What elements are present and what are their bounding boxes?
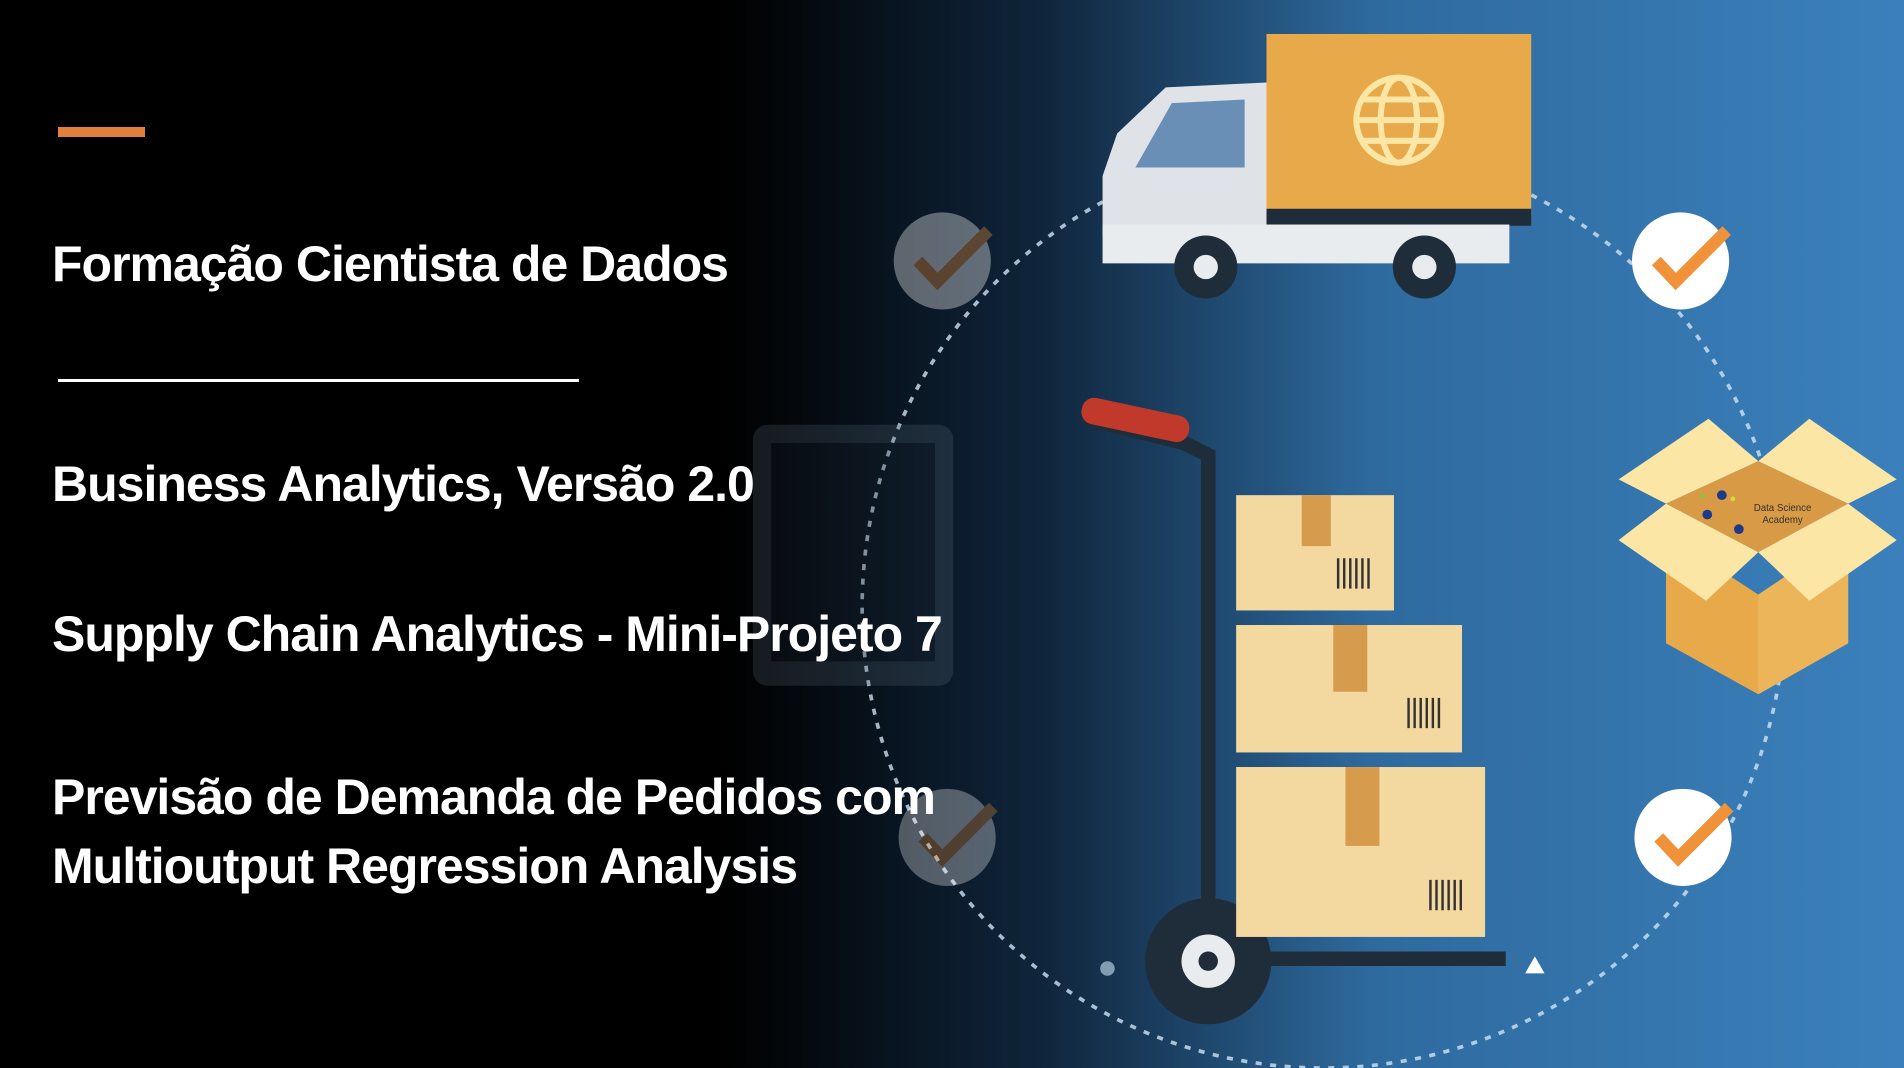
course-title: Business Analytics, Versão 2.0 xyxy=(52,456,755,512)
svg-text:Data Science: Data Science xyxy=(1754,503,1812,514)
accent-bar xyxy=(58,127,145,137)
divider xyxy=(58,379,579,382)
supply-chain-illustration: Data Science Academy xyxy=(0,0,1904,1068)
program-title: Formação Cientista de Dados xyxy=(52,236,729,292)
check-icon xyxy=(1632,212,1732,310)
check-icon xyxy=(1634,788,1734,886)
project-title-line1: Previsão de Demanda de Pedidos com xyxy=(52,769,936,825)
module-title: Supply Chain Analytics - Mini-Projeto 7 xyxy=(52,606,943,662)
project-title-line2: Multioutput Regression Analysis xyxy=(52,838,798,894)
svg-text:Academy: Academy xyxy=(1762,515,1803,526)
